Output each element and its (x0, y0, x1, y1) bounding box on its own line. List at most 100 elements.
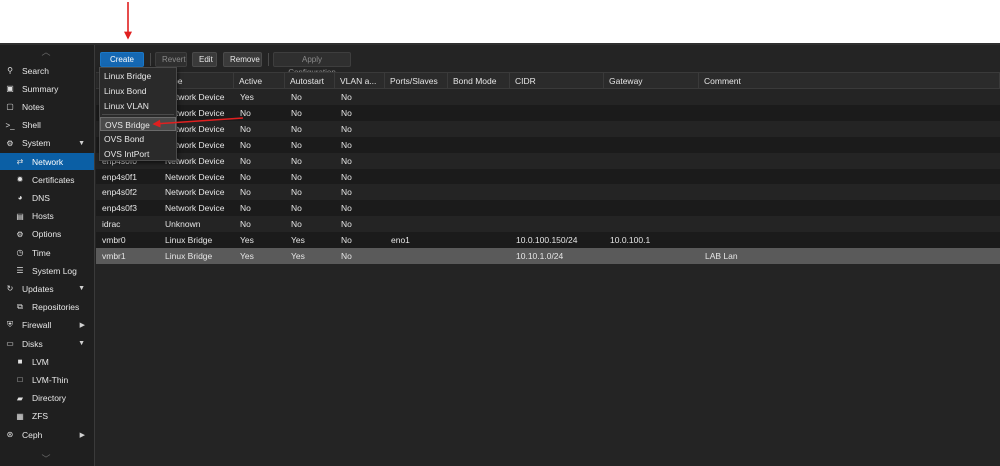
column-header-gateway[interactable]: Gateway (604, 73, 699, 89)
edit-button[interactable]: Edit (192, 52, 217, 67)
table-row[interactable]: idrac Unknown No No No (96, 216, 1000, 233)
cell-cidr (510, 200, 604, 216)
table-row[interactable]: enp4s0f0Network DeviceNoNoNo (96, 152, 1000, 169)
apply-configuration-button[interactable]: Apply Configuration (273, 52, 351, 77)
cell-ports-slaves (385, 153, 448, 169)
cell-ports-slaves (385, 169, 448, 185)
caret-down-icon[interactable]: ▼ (78, 285, 85, 292)
sidebar-item-label: Options (32, 229, 62, 240)
cell-ports-slaves (385, 200, 448, 216)
sidebar-item-hosts[interactable]: ▤ Hosts (0, 208, 94, 225)
table-row[interactable]: eno2Network DeviceNoNoNo (96, 104, 1000, 121)
table-row[interactable]: vmbr1 Linux Bridge Yes Yes No 10.10.1.0/24 LAB… (96, 248, 1000, 264)
sidebar-item-lvm[interactable]: ■ LVM (0, 353, 94, 370)
menu-item-linux-vlan[interactable]: Linux VLAN (100, 99, 176, 113)
menu-item-ovs-bridge[interactable]: OVS Bridge (100, 117, 176, 131)
column-header-bond-mode[interactable]: Bond Mode (448, 73, 510, 89)
sidebar-item-disks[interactable]: ▭ Disks ▼ (0, 335, 94, 352)
create-button[interactable]: Create ⌵ (100, 52, 144, 77)
sidebar-item-label: Disks (22, 338, 43, 349)
sidebar-item-updates[interactable]: ↻ Updates ▼ (0, 280, 94, 297)
column-header-ports-slaves[interactable]: Ports/Slaves (385, 73, 448, 89)
search-icon: ⚲ (7, 66, 13, 75)
remove-button[interactable]: Remove (223, 52, 262, 67)
column-header-active[interactable]: Active (234, 73, 285, 89)
cell-bond-mode (448, 184, 510, 200)
sidebar-item-label: LVM-Thin (32, 374, 69, 385)
globe-icon: ◕ (17, 193, 23, 203)
scroll-down-icon[interactable]: ﹀ (39, 455, 53, 464)
sidebar-item-certificates[interactable]: ✹ Certificates (0, 171, 94, 188)
sidebar-item-time[interactable]: ◷ Time (0, 244, 94, 261)
cell-gateway (604, 89, 699, 105)
scroll-up-icon[interactable]: ︿ (39, 48, 53, 57)
cell-autostart: No (291, 219, 302, 230)
sidebar-item-directory[interactable]: ▰ Directory (0, 390, 94, 407)
cell-ports-slaves (385, 121, 448, 137)
sidebar-item-shell[interactable]: >_ Shell (0, 117, 94, 134)
menu-item-linux-bond[interactable]: Linux Bond (100, 84, 176, 98)
clock-icon: ◷ (16, 248, 24, 257)
caret-right-icon[interactable]: ▶ (80, 321, 85, 329)
cell-gateway (604, 216, 699, 232)
caret-down-icon[interactable]: ▼ (78, 340, 85, 347)
sidebar-item-options[interactable]: ⚙ Options (0, 226, 94, 243)
sidebar-item-label: Updates (22, 283, 54, 294)
cell-ports-slaves (385, 105, 448, 121)
table-row[interactable]: eno3Network DeviceNoNoNo (96, 120, 1000, 137)
sidebar-item-system[interactable]: ⚙ System ▼ (0, 135, 94, 152)
cell-cidr: 10.0.100.150/24 (516, 235, 578, 246)
menu-item-ovs-intport[interactable]: OVS IntPort (100, 147, 176, 161)
sidebar-item-firewall[interactable]: ⛨ Firewall ▶ (0, 317, 94, 334)
caret-right-icon[interactable]: ▶ (80, 431, 85, 439)
column-header-autostart[interactable]: Autostart (285, 73, 335, 89)
cell-name: enp4s0f1 (102, 171, 137, 182)
column-header-comment[interactable]: Comment (699, 73, 1000, 89)
cell-vlan-a: No (341, 92, 352, 102)
sidebar-item-system-log[interactable]: ☰ System Log (0, 262, 94, 279)
sidebar-item-lvm-thin[interactable]: □ LVM-Thin (0, 371, 94, 388)
cell-active: No (240, 203, 251, 214)
table-row[interactable]: enp4s0f3 Network Device No No No (96, 200, 1000, 217)
cell-gateway (604, 169, 699, 185)
sidebar-item-ceph[interactable]: ⊛ Ceph ▶ (0, 426, 94, 443)
cell-gateway (604, 105, 699, 121)
menu-item-linux-bridge[interactable]: Linux Bridge (100, 69, 176, 83)
table-row[interactable]: eno1Network DeviceYesNoNo (96, 89, 1000, 105)
sidebar-item-repositories[interactable]: ⧉ Repositories (0, 299, 94, 316)
sidebar-item-zfs[interactable]: ▦ ZFS (0, 408, 94, 425)
menu-item-ovs-bond[interactable]: OVS Bond (100, 132, 176, 146)
cell-comment (699, 105, 1000, 121)
table-row[interactable]: eno4Network DeviceNoNoNo (96, 136, 1000, 153)
sidebar-item-search[interactable]: ⚲ Search (0, 62, 94, 79)
cell-autostart: No (291, 203, 302, 214)
cell-autostart: No (291, 155, 302, 166)
column-header-cidr[interactable]: CIDR (510, 73, 604, 89)
caret-down-icon[interactable]: ▼ (78, 140, 85, 147)
refresh-icon: ↻ (6, 284, 14, 294)
sidebar-item-summary[interactable]: ▣ Summary (0, 80, 94, 97)
cell-gateway (604, 184, 699, 200)
sidebar-item-network[interactable]: ⇄ Network (0, 153, 94, 170)
cell-cidr (510, 169, 604, 185)
lvm-icon: ■ (17, 357, 23, 367)
column-header-vlan-a[interactable]: VLAN a... (335, 73, 385, 89)
cell-ports-slaves (385, 216, 448, 232)
cell-autostart: Yes (291, 235, 305, 246)
cell-active: No (240, 219, 251, 230)
sidebar-item-dns[interactable]: ◕ DNS (0, 189, 94, 206)
cell-active: No (240, 155, 251, 166)
table-row[interactable]: enp4s0f1 Network Device No No No (96, 168, 1000, 185)
table-row[interactable]: vmbr0 Linux Bridge Yes Yes No eno1 10.0.100.15… (96, 232, 1000, 249)
cell-bond-mode (448, 232, 510, 248)
create-dropdown-menu: Linux Bridge Linux Bond Linux VLAN OVS Brid… (99, 67, 177, 161)
cell-autostart: No (291, 171, 302, 182)
cell-gateway (604, 137, 699, 153)
revert-button[interactable]: Revert (155, 52, 187, 67)
sidebar-item-notes[interactable]: ▢ Notes (0, 98, 94, 115)
cell-autostart: No (291, 123, 302, 134)
cell-cidr (510, 137, 604, 153)
table-row[interactable]: enp4s0f2 Network Device No No No (96, 184, 1000, 201)
cell-comment (699, 89, 1000, 105)
cell-bond-mode (448, 137, 510, 153)
